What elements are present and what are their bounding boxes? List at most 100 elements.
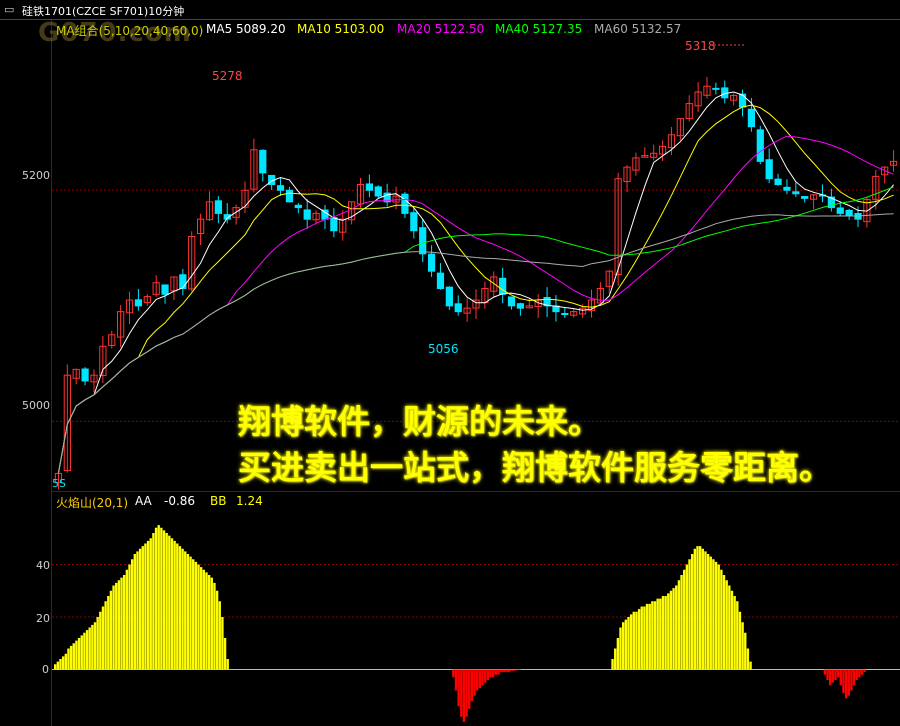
flame-bar xyxy=(717,564,720,670)
candle-body xyxy=(401,193,409,214)
ytick-5200: 5200 xyxy=(22,169,50,182)
aa-value: -0.86 xyxy=(164,494,196,508)
flame-bar xyxy=(653,601,657,670)
flame-bar xyxy=(178,546,182,670)
flame-bar xyxy=(454,669,458,691)
flame-bar xyxy=(478,669,482,688)
flame-bar xyxy=(56,661,60,670)
flame-bar xyxy=(860,669,864,675)
flame-bar xyxy=(128,564,131,670)
flame-bar xyxy=(197,564,200,670)
flame-bar xyxy=(842,669,845,694)
flame-bar xyxy=(486,669,490,680)
flame-bar xyxy=(194,561,198,670)
flame-bar xyxy=(69,645,73,670)
flame-bar xyxy=(850,669,853,691)
flame-bar xyxy=(704,551,707,670)
ma60-label: MA60 5132.57 xyxy=(594,22,682,36)
flame-bar xyxy=(823,669,827,675)
promo-line-2: 买进卖出一站式，翔博软件服务零距离。 xyxy=(238,448,832,487)
flame-bar xyxy=(499,669,503,673)
candle-body xyxy=(774,178,782,185)
flame-bar xyxy=(162,530,166,670)
flame-bar xyxy=(96,617,99,670)
flame-bar xyxy=(680,575,683,670)
candle-body xyxy=(499,277,507,295)
candle-body xyxy=(436,272,445,290)
flame-bar xyxy=(101,606,105,670)
sub-indicator-name[interactable]: 火焰山(20,1) xyxy=(56,494,128,511)
flame-bar xyxy=(199,567,203,670)
flame-bar xyxy=(468,669,471,709)
chart-root: G070.com ▭ 硅铁1701(CZCE SF701)10分钟 MA组合(5… xyxy=(0,0,900,726)
flame-bar xyxy=(136,551,139,670)
candle-body xyxy=(365,183,373,191)
candle-body xyxy=(303,209,311,220)
flame-bar xyxy=(497,669,500,675)
flame-bar xyxy=(452,669,455,678)
candle-body xyxy=(214,200,222,214)
flame-bar xyxy=(645,603,649,670)
ma20-label: MA20 5122.50 xyxy=(397,22,485,36)
flame-bar xyxy=(61,656,65,670)
flame-bar xyxy=(725,580,728,670)
flame-bar xyxy=(184,551,187,670)
flame-bar xyxy=(59,659,62,670)
candle-body xyxy=(285,189,294,203)
flame-bar xyxy=(847,669,850,696)
flame-bar xyxy=(738,611,742,670)
candle-body xyxy=(259,149,267,174)
flame-bar xyxy=(64,653,68,670)
candle-body xyxy=(454,303,462,313)
flame-bar xyxy=(130,559,134,670)
sub-ytick-0: 0 xyxy=(42,663,49,676)
flame-bar xyxy=(54,664,57,670)
flame-bar xyxy=(643,606,646,670)
candle-body xyxy=(374,186,382,197)
flame-bar xyxy=(621,622,625,670)
flame-bar xyxy=(83,632,86,670)
window-icon[interactable]: ▭ xyxy=(4,3,14,16)
flame-bar xyxy=(462,669,466,722)
bb-value: 1.24 xyxy=(236,494,263,508)
flame-bar xyxy=(112,585,115,670)
flame-bar xyxy=(88,627,91,670)
flame-bar xyxy=(146,540,150,670)
flame-bar xyxy=(698,546,702,670)
flame-bar xyxy=(722,575,726,670)
flame-bar xyxy=(476,669,479,691)
candle-body xyxy=(836,207,844,214)
flame-bar xyxy=(460,669,463,717)
flame-bar xyxy=(213,582,216,670)
flame-bar xyxy=(149,538,152,670)
flame-bar xyxy=(619,627,622,670)
flame-bar xyxy=(828,669,832,686)
candle-body xyxy=(134,299,143,307)
candle-body xyxy=(783,186,791,191)
flame-bar xyxy=(99,611,102,670)
flame-bar xyxy=(473,669,476,696)
flame-bar xyxy=(483,669,487,683)
candle-body xyxy=(792,191,800,195)
chart-canvas xyxy=(0,19,900,726)
flame-bar xyxy=(120,577,123,670)
flame-bar xyxy=(648,603,651,670)
flame-bar xyxy=(667,593,670,670)
flame-bar xyxy=(494,669,497,675)
flame-bar xyxy=(192,559,195,670)
flame-bar xyxy=(629,614,633,670)
flame-bar xyxy=(664,596,667,670)
flame-bar xyxy=(491,669,495,678)
flame-bar xyxy=(176,543,179,670)
flame-bar xyxy=(834,669,837,680)
flame-bar xyxy=(728,585,731,670)
flame-bar xyxy=(189,556,192,670)
flame-bar xyxy=(170,538,174,670)
flame-bar xyxy=(611,659,614,670)
flame-bar xyxy=(138,548,142,670)
flame-bar xyxy=(154,527,158,670)
flame-bar xyxy=(688,559,691,670)
candle-body xyxy=(179,274,187,290)
ma-group-label[interactable]: MA组合(5,10,20,40,60,0) xyxy=(56,22,203,39)
flame-bar xyxy=(733,596,736,670)
